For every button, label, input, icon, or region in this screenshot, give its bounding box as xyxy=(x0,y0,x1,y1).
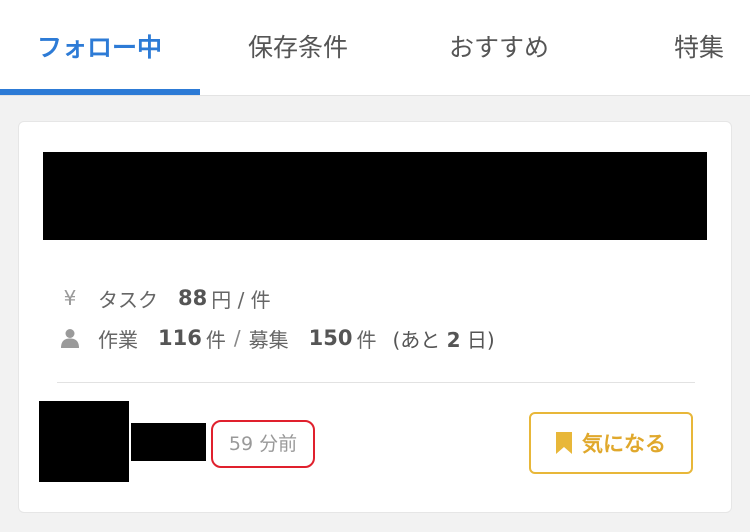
redacted-title-image xyxy=(43,152,707,240)
tab-saved-conditions[interactable]: 保存条件 xyxy=(248,0,348,95)
redacted-username xyxy=(131,423,206,461)
work-done-count: 116 xyxy=(158,326,202,350)
yen-icon: ¥ xyxy=(63,286,77,310)
recruit-count: 150 xyxy=(308,326,353,350)
task-label: タスク xyxy=(98,287,158,312)
task-price-unit: 円 / 件 xyxy=(211,287,271,312)
tab-bar: フォロー中 保存条件 おすすめ 特集 xyxy=(0,0,750,96)
redacted-avatar xyxy=(39,401,129,482)
tab-features[interactable]: 特集 xyxy=(674,0,724,95)
task-price: 88 xyxy=(178,286,208,310)
separator: / xyxy=(233,326,241,350)
recruit-unit: 件 xyxy=(356,327,377,352)
work-done-unit: 件 xyxy=(205,327,226,352)
work-count-row: 作業 116 件 / 募集 150 件 (あと 2 日) xyxy=(59,323,495,353)
recruit-label: 募集 xyxy=(248,327,289,352)
posted-time: 59 分前 xyxy=(211,420,315,468)
task-price-row: ¥ タスク 88 円 / 件 xyxy=(59,283,271,313)
bookmark-icon xyxy=(556,432,572,454)
person-icon xyxy=(59,328,81,348)
work-label: 作業 xyxy=(98,327,138,352)
favorite-button[interactable]: 気になる xyxy=(529,412,693,474)
tab-following[interactable]: フォロー中 xyxy=(37,0,162,95)
active-tab-indicator xyxy=(0,89,200,95)
remaining-days: (あと 2 日) xyxy=(392,327,495,352)
tab-recommended[interactable]: おすすめ xyxy=(449,0,549,95)
divider xyxy=(57,382,695,383)
favorite-label: 気になる xyxy=(582,432,666,456)
